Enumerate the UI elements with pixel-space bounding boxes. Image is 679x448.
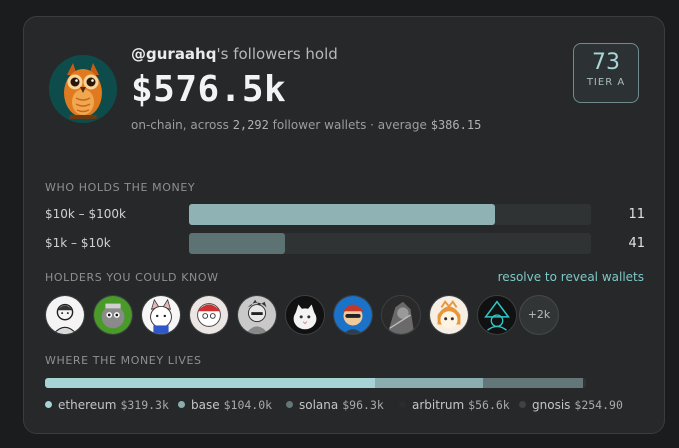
score-value: 73 [592, 50, 620, 75]
legend-item-gnosis: gnosis $254.90 [519, 398, 623, 412]
total-holdings: $576.5k [131, 69, 287, 110]
chain-segment-base [375, 378, 484, 388]
holder-avatar[interactable] [477, 295, 517, 335]
distribution-row: $1k – $10k 41 [45, 233, 645, 255]
holder-avatar[interactable] [189, 295, 229, 335]
title-suffix: 's followers hold [216, 45, 338, 63]
holder-avatar[interactable] [429, 295, 469, 335]
legend-dot-icon [286, 401, 293, 408]
wallet-count: 2,292 [232, 118, 269, 132]
bracket-label: $10k – $100k [45, 207, 126, 221]
holder-count: 11 [628, 207, 645, 222]
legend-dot-icon [178, 401, 185, 408]
section-label-distribution: WHO HOLDS THE MONEY [45, 181, 196, 194]
chain-legend: ethereum $319.3k base $104.0k solana $96.3k… [45, 398, 645, 414]
page-title: @guraahq's followers hold [131, 45, 338, 63]
legend-item-solana: solana $96.3k [286, 398, 384, 412]
holdings-card: @guraahq's followers hold $576.5k on-cha… [23, 16, 665, 434]
section-label-holders: HOLDERS YOU COULD KNOW [45, 271, 219, 284]
section-label-chains: WHERE THE MONEY LIVES [45, 354, 202, 367]
legend-dot-icon [399, 401, 406, 408]
holdings-summary: on-chain, across 2,292 follower wallets … [131, 118, 482, 132]
reveal-wallets-link[interactable]: resolve to reveal wallets [498, 270, 644, 284]
distribution-row: $10k – $100k 11 [45, 204, 645, 226]
bar-fill [189, 233, 286, 254]
owl-avatar-icon [49, 55, 117, 123]
more-holders-button[interactable]: +2k [519, 295, 559, 335]
user-handle[interactable]: @guraahq [131, 45, 216, 63]
legend-item-base: base $104.0k [178, 398, 272, 412]
holder-avatar[interactable] [381, 295, 421, 335]
holder-avatar[interactable] [237, 295, 277, 335]
tier-label: TIER A [586, 77, 626, 88]
holder-avatar[interactable] [333, 295, 373, 335]
holder-avatar[interactable] [285, 295, 325, 335]
score-badge[interactable]: 73 TIER A [573, 43, 639, 103]
average-holding: $386.15 [430, 118, 482, 132]
chain-distribution-bar [45, 378, 586, 388]
bar-fill [189, 204, 495, 225]
holder-count: 41 [628, 236, 645, 251]
bracket-label: $1k – $10k [45, 236, 111, 250]
holder-avatar[interactable] [141, 295, 181, 335]
legend-dot-icon [45, 401, 52, 408]
bar-track [189, 204, 591, 225]
holder-avatar[interactable] [45, 295, 85, 335]
legend-item-ethereum: ethereum $319.3k [45, 398, 169, 412]
legend-item-arbitrum: arbitrum $56.6k [399, 398, 510, 412]
holder-avatar[interactable] [93, 295, 133, 335]
bar-track [189, 233, 591, 254]
chain-segment-solana [483, 378, 584, 388]
legend-dot-icon [519, 401, 526, 408]
chain-segment-ethereum [45, 378, 375, 388]
